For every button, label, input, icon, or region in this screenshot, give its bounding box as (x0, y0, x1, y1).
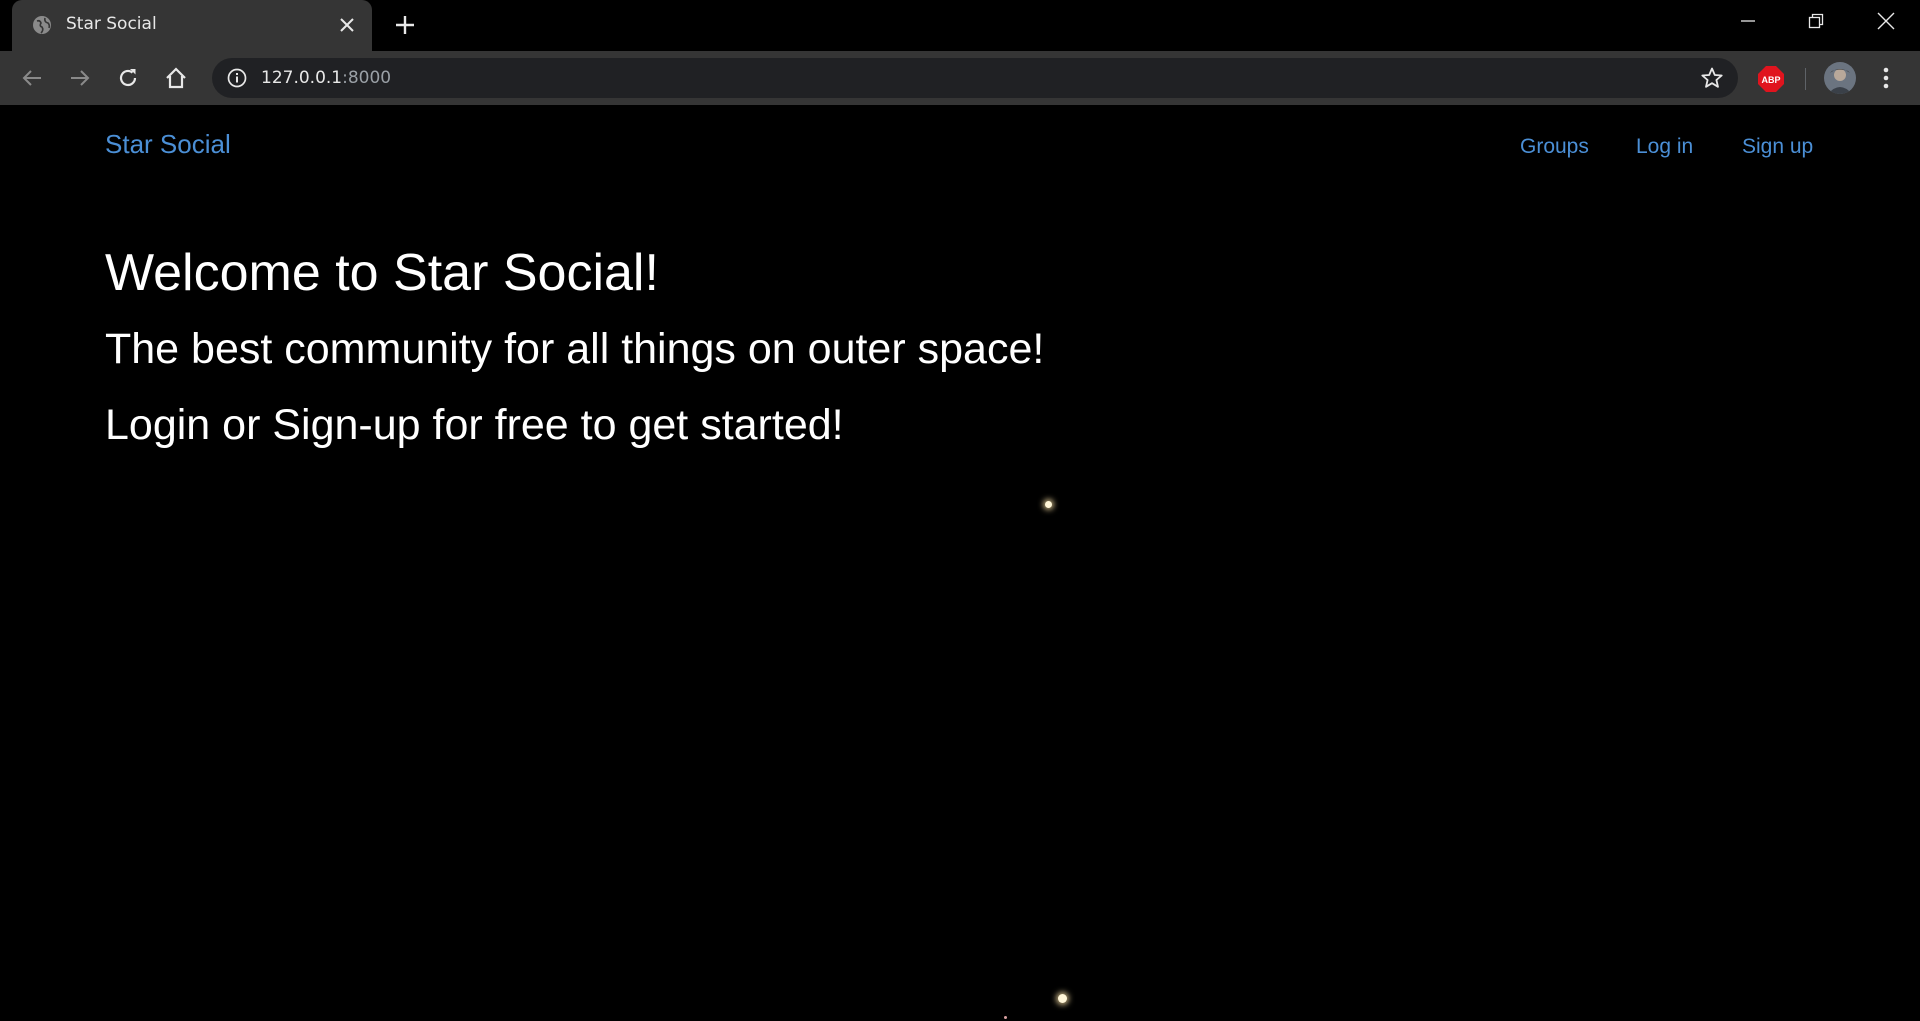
arrow-right-icon (71, 70, 90, 86)
site-nav: Groups Log in Sign up (0, 135, 1920, 165)
globe-icon (31, 14, 53, 36)
home-icon (166, 67, 186, 89)
address-url[interactable]: 127.0.0.1:8000 (261, 68, 391, 88)
extension-label: ABP (1761, 75, 1780, 85)
address-bar[interactable]: 127.0.0.1:8000 (212, 58, 1738, 98)
nav-groups-link[interactable]: Groups (1520, 135, 1589, 159)
close-icon (1877, 12, 1895, 30)
url-host: 127.0.0.1 (261, 68, 343, 88)
page-title: Welcome to Star Social! (105, 244, 659, 302)
new-tab-button[interactable] (392, 12, 418, 38)
kebab-menu-icon[interactable] (1873, 64, 1899, 92)
nav-login-link[interactable]: Log in (1636, 135, 1693, 159)
toolbar-divider (1805, 68, 1806, 90)
restore-icon (1808, 13, 1824, 29)
forward-button[interactable] (65, 63, 95, 93)
hero-cta-text: Login or Sign-up for free to get started… (105, 401, 844, 450)
minimize-button[interactable] (1714, 0, 1782, 42)
reload-icon (119, 69, 137, 87)
restore-button[interactable] (1782, 0, 1850, 42)
star-decoration (1058, 994, 1067, 1003)
adblock-extension-icon[interactable]: ABP (1757, 65, 1785, 93)
reload-button[interactable] (113, 63, 143, 93)
window-close-button[interactable] (1852, 0, 1920, 42)
close-icon[interactable] (335, 13, 359, 37)
star-outline-icon[interactable] (1700, 66, 1724, 90)
plus-icon (396, 16, 414, 34)
minimize-icon (1741, 20, 1755, 22)
back-button[interactable] (17, 63, 47, 93)
browser-toolbar: 127.0.0.1:8000 ABP (0, 51, 1920, 105)
star-decoration (1004, 1016, 1007, 1019)
nav-signup-link[interactable]: Sign up (1742, 135, 1813, 159)
home-button[interactable] (161, 63, 191, 93)
browser-tab-strip: Star Social (0, 0, 1920, 51)
page-viewport: Star Social Groups Log in Sign up Welcom… (0, 105, 1920, 1021)
url-port: :8000 (342, 68, 392, 88)
info-icon[interactable] (226, 67, 248, 89)
arrow-left-icon (22, 70, 41, 86)
browser-tab[interactable]: Star Social (12, 0, 372, 51)
tab-title: Star Social (66, 14, 157, 34)
avatar[interactable] (1824, 62, 1856, 94)
star-decoration (1045, 501, 1052, 508)
hero-section: Welcome to Star Social! The best communi… (105, 244, 1044, 449)
hero-subtitle: The best community for all things on out… (105, 324, 1045, 373)
